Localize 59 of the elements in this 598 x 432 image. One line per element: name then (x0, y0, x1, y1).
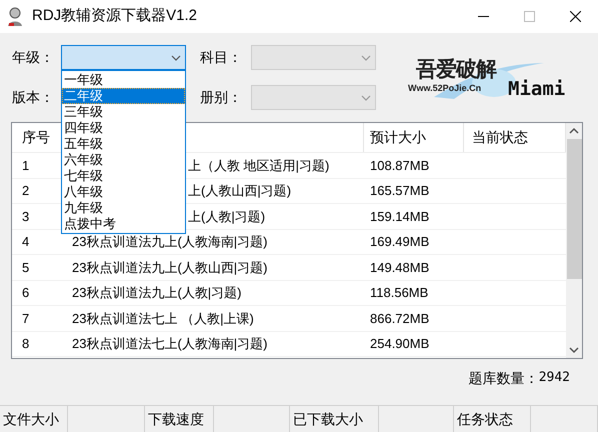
dropdown-option[interactable]: 七年级 (62, 168, 185, 184)
status-label: 下载速度 (145, 406, 214, 432)
table-cell-text: 23秋点训道法九上(人教海南|习题) (71, 233, 268, 251)
count-label: 题库数量： (468, 369, 539, 388)
table-cell-text: 108.87MB (369, 156, 430, 174)
scroll-thumb[interactable] (566, 139, 582, 279)
column-header[interactable]: 预计大小 (364, 123, 464, 152)
table-cell-text: 6 (21, 284, 30, 302)
dropdown-option[interactable]: 四年级 (62, 120, 185, 136)
count-value: 2942 (538, 369, 570, 387)
dropdown-option[interactable]: 一年级 (62, 72, 185, 88)
status-label: 任务状态 (454, 406, 531, 432)
table-cell-text: 23秋点训道法七上(人教海南|习题) (71, 335, 268, 353)
filter-label: 年级： (12, 48, 55, 67)
table-cell-text: 866.72MB (369, 310, 430, 328)
filter-label: 册别： (200, 88, 243, 107)
table-cell-text: 1 (21, 156, 30, 174)
scrollbar[interactable] (566, 123, 582, 358)
dropdown-option[interactable]: 三年级 (62, 104, 185, 120)
table-cell-text: 149.48MB (369, 258, 430, 276)
user-name: Miami (508, 77, 566, 102)
filter-label: 科目： (200, 48, 243, 67)
table-cell-text: 23秋点训道法九上(人教|习题) (71, 284, 242, 302)
table-cell-text: 2 (21, 182, 30, 200)
table-cell-text: 165.57MB (369, 182, 430, 200)
chevron-icon (361, 94, 371, 100)
table-cell-text: 254.90MB (369, 335, 430, 353)
dropdown-field[interactable] (61, 45, 186, 70)
logo-url: Www.52PoJie.Cn (408, 82, 482, 95)
table-cell-text: 23秋点训道法七上 （人教|上课) (71, 310, 255, 328)
status-label: 文件大小 (0, 406, 68, 432)
filter-label: 版本： (12, 88, 55, 107)
person-figure-icon (6, 6, 24, 26)
table-cell-text: 118.56MB (369, 284, 430, 302)
logo-text: 吾爱破解 (416, 55, 496, 83)
table-cell-text: 上（人教 地区适用|习题) (188, 156, 330, 175)
minimize-icon (478, 16, 488, 17)
table-cell-text: 169.49MB (369, 233, 430, 251)
dropdown-option[interactable]: 九年级 (62, 200, 185, 216)
table-cell-text: 3 (21, 208, 30, 226)
dropdown-option[interactable]: 点拨中考 (62, 216, 185, 232)
table-cell-text: 159.14MB (369, 208, 430, 226)
dropdown-option[interactable]: 六年级 (62, 152, 185, 168)
table-cell-text: 4 (21, 233, 30, 251)
dropdown-option[interactable]: 二年级 (62, 88, 185, 104)
status-label: 已下载大小 (290, 406, 379, 432)
table-cell-text: 7 (21, 310, 30, 328)
maximize-icon (524, 11, 534, 22)
close-icon (570, 11, 580, 22)
dropdown-option[interactable]: 五年级 (62, 136, 185, 152)
table-cell-text: 5 (21, 258, 30, 276)
table-cell-text: 8 (21, 335, 30, 353)
table-cell-text: 上(人教|习题) (188, 208, 266, 226)
table-cell-text: 上(人教山西|习题) (188, 182, 292, 200)
window-title: RDJ教辅资源下载器V1.2 (32, 6, 198, 26)
chevron-icon (171, 54, 181, 60)
dropdown-option[interactable]: 八年级 (62, 184, 185, 200)
chevron-icon (361, 54, 371, 60)
table-cell-text: 23秋点训道法九上(人教山西|习题) (71, 258, 268, 277)
